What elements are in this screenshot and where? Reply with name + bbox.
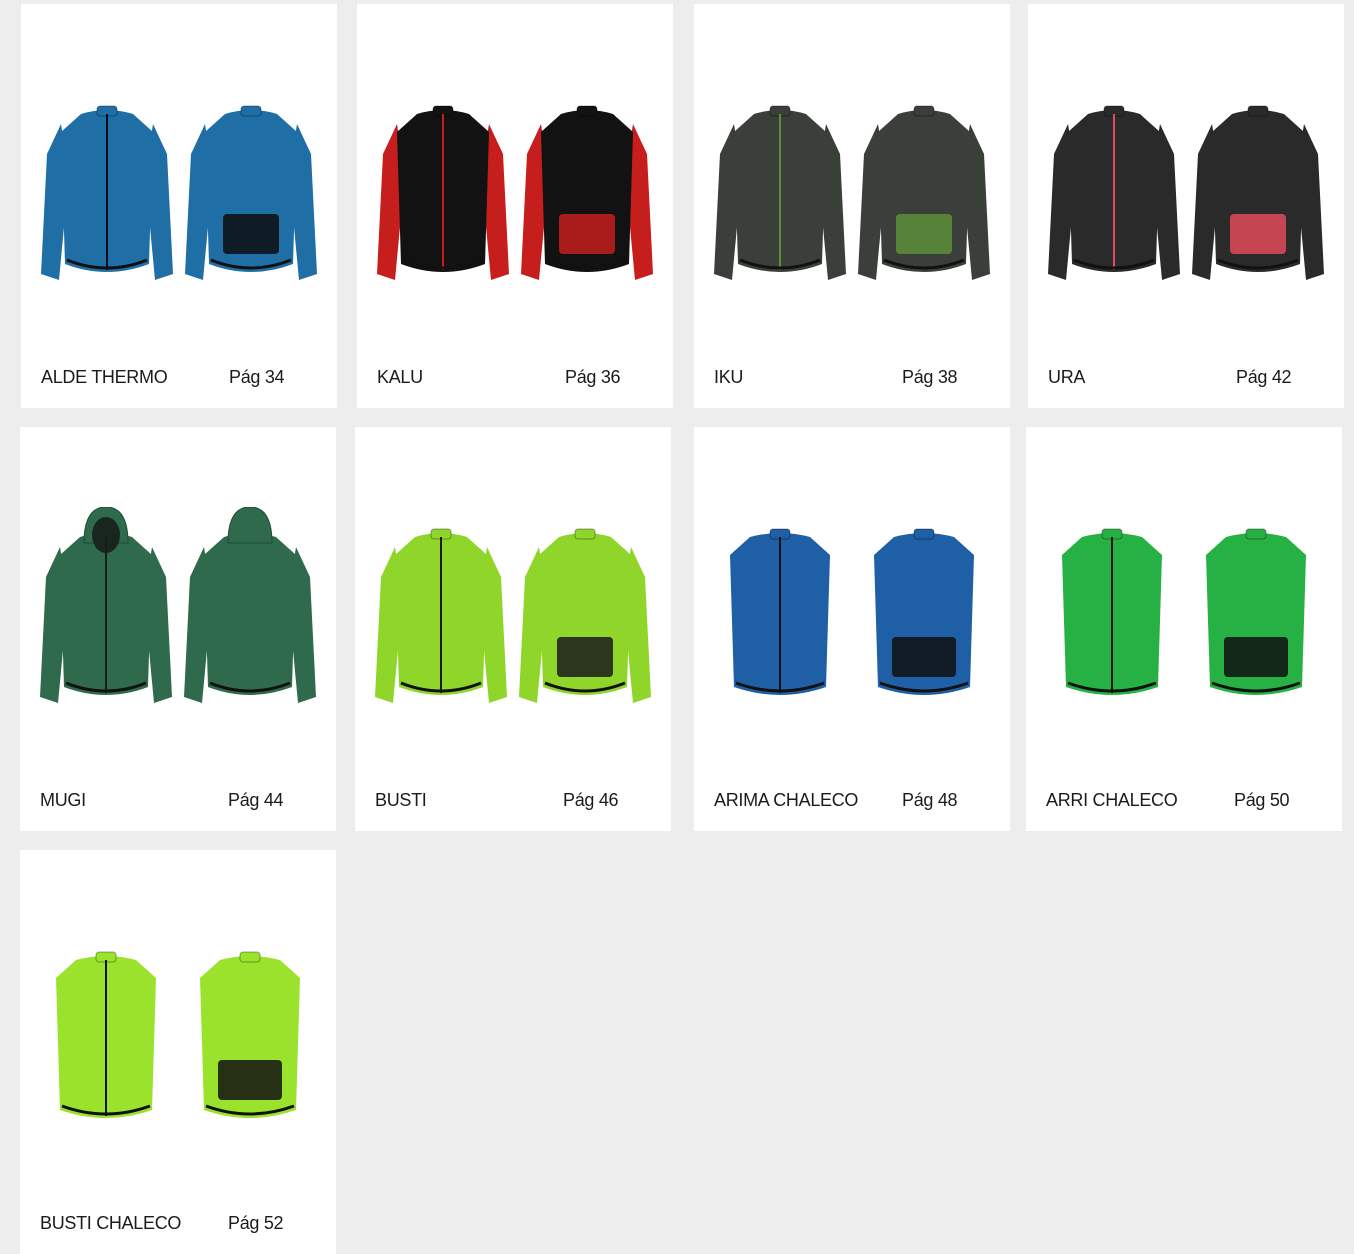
collar — [239, 951, 261, 963]
product-card[interactable]: BUSTI Pág 46 — [355, 427, 671, 831]
garment-back — [519, 528, 651, 703]
garment-image — [375, 528, 651, 703]
garment-body — [204, 533, 296, 695]
garment-front — [41, 105, 173, 280]
garment-front — [1062, 528, 1162, 695]
product-name: BUSTI CHALECO — [40, 1213, 182, 1233]
garment-image — [730, 528, 974, 695]
page-reference: Pág 52 — [228, 1213, 284, 1233]
garment-front — [56, 951, 156, 1118]
garment-front — [40, 507, 172, 703]
garment-front — [1048, 105, 1180, 280]
product-name: ALDE THERMO — [41, 367, 168, 387]
collar — [1247, 105, 1269, 117]
collar — [576, 105, 598, 117]
garment-image — [40, 507, 316, 703]
product-card[interactable]: IKU Pág 38 — [694, 4, 1010, 408]
back-pocket — [892, 637, 956, 677]
garment-back — [1206, 528, 1306, 695]
collar — [240, 105, 262, 117]
garment-image — [1062, 528, 1306, 695]
page-reference: Pág 44 — [228, 790, 284, 810]
back-pocket — [223, 214, 279, 254]
garment-image — [1048, 105, 1324, 280]
back-pocket — [1230, 214, 1286, 254]
garment-back — [858, 105, 990, 280]
page-reference: Pág 48 — [902, 790, 958, 810]
garment-image — [41, 105, 317, 280]
back-pocket — [557, 637, 613, 677]
page-reference: Pág 42 — [1236, 367, 1292, 387]
collar — [913, 105, 935, 117]
hood — [227, 507, 273, 544]
garment-image — [714, 105, 990, 280]
garment-back — [200, 951, 300, 1118]
garment-front — [375, 528, 507, 703]
product-card[interactable]: KALU Pág 36 — [357, 4, 673, 408]
garment-front — [714, 105, 846, 280]
back-pocket — [218, 1060, 282, 1100]
product-name: ARIMA CHALECO — [714, 790, 859, 810]
garment-back — [521, 105, 653, 280]
product-name: BUSTI — [375, 790, 427, 810]
product-name: ARRI CHALECO — [1046, 790, 1178, 810]
page-reference: Pág 50 — [1234, 790, 1290, 810]
back-pocket — [559, 214, 615, 254]
product-name: IKU — [714, 367, 744, 387]
back-pocket — [896, 214, 952, 254]
collar — [1245, 528, 1267, 540]
page-reference: Pág 34 — [229, 367, 285, 387]
product-card[interactable]: URA Pág 42 — [1028, 4, 1344, 408]
product-card[interactable]: ALDE THERMO Pág 34 — [21, 4, 337, 408]
product-name: MUGI — [40, 790, 86, 810]
page-reference: Pág 46 — [563, 790, 619, 810]
collar — [913, 528, 935, 540]
garment-image — [377, 105, 653, 280]
product-card[interactable]: BUSTI CHALECO Pág 52 — [20, 850, 336, 1254]
collar — [574, 528, 596, 540]
back-pocket — [1224, 637, 1288, 677]
page-reference: Pág 36 — [565, 367, 621, 387]
garment-back — [1192, 105, 1324, 280]
product-name: URA — [1048, 367, 1086, 387]
garment-front — [377, 105, 509, 280]
garment-image — [56, 951, 300, 1118]
page-reference: Pág 38 — [902, 367, 958, 387]
garment-back — [185, 105, 317, 280]
garment-front — [730, 528, 830, 695]
product-card[interactable]: ARIMA CHALECO Pág 48 — [694, 427, 1010, 831]
garment-back — [184, 507, 316, 703]
product-name: KALU — [377, 367, 423, 387]
product-card[interactable]: MUGI Pág 44 — [20, 427, 336, 831]
product-card[interactable]: ARRI CHALECO Pág 50 — [1026, 427, 1342, 831]
garment-back — [874, 528, 974, 695]
